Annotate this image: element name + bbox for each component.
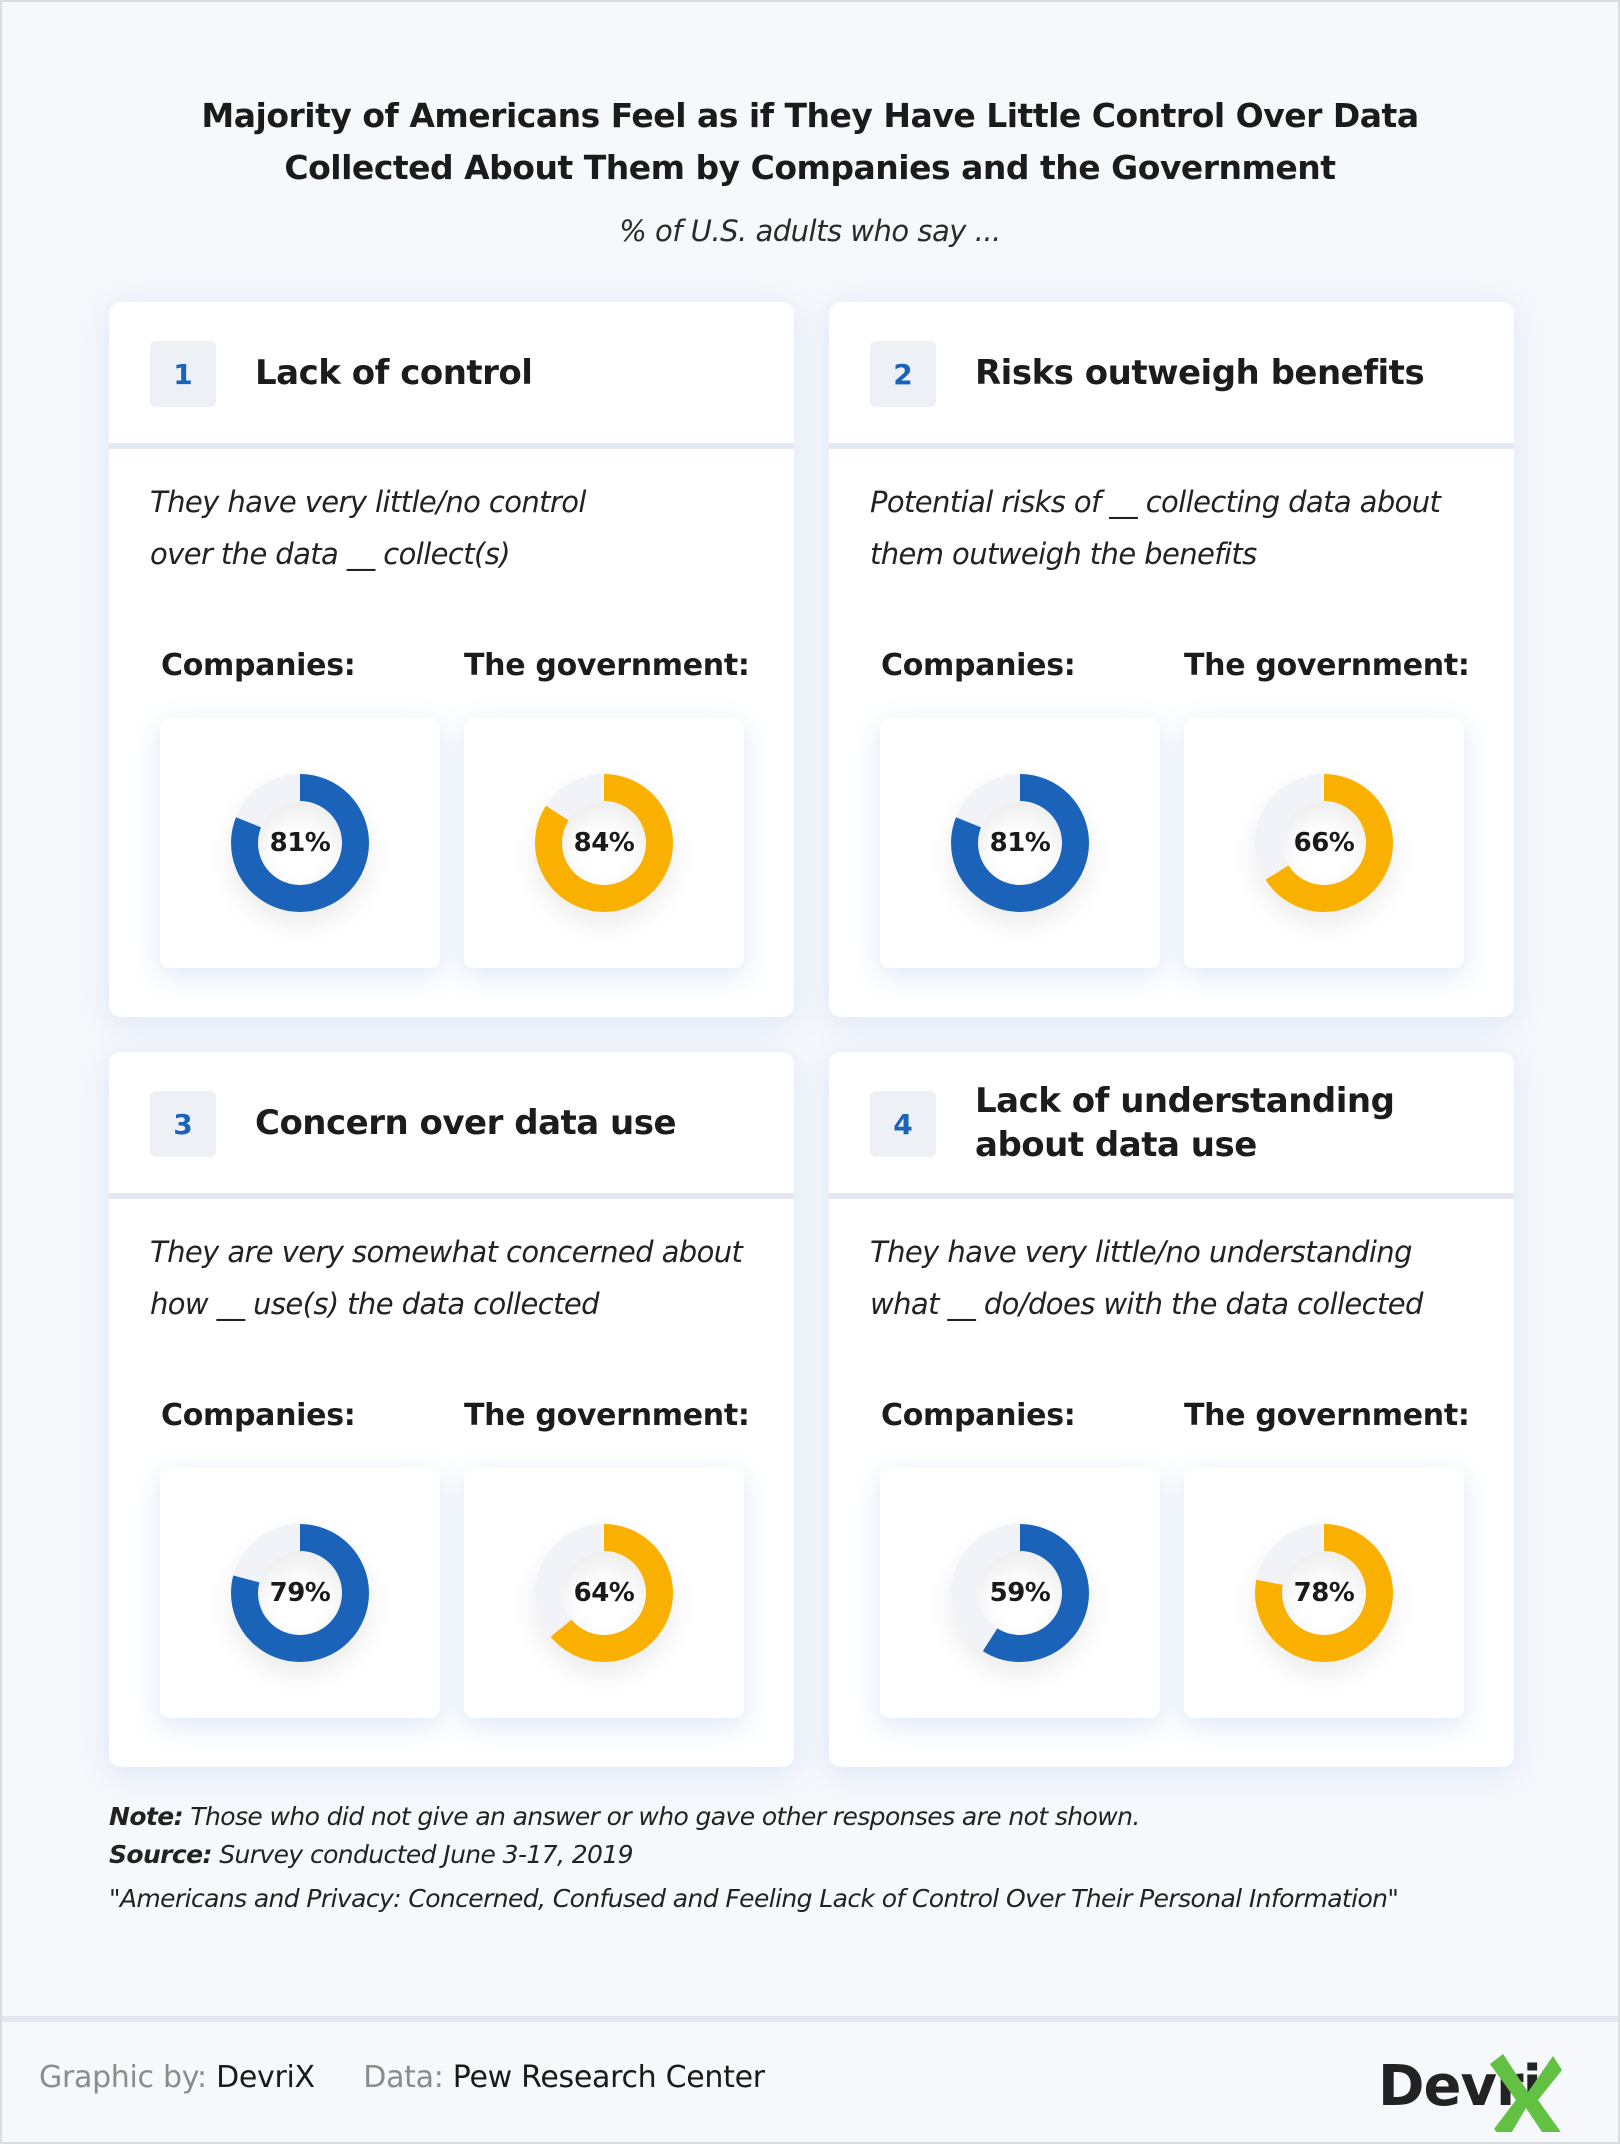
page-title: Majority of Americans Feel as if They Ha… bbox=[2, 90, 1618, 194]
label-companies: Companies: bbox=[881, 648, 1076, 683]
description-line: They have very little/no control bbox=[150, 485, 586, 519]
footer-divider bbox=[2, 2016, 1618, 2022]
donut-card-government: 66% bbox=[1184, 718, 1464, 968]
donut-card-government: 84% bbox=[464, 718, 744, 968]
card-title-line: about data use bbox=[975, 1124, 1257, 1165]
card-risks-outweigh-benefits: 2 Risks outweigh benefits Potential risk… bbox=[829, 302, 1514, 1017]
graphic-by-label: Graphic by: bbox=[39, 2060, 207, 2095]
description-line: They are very somewhat concerned about bbox=[150, 1235, 743, 1269]
card-concern-over-data-use: 3 Concern over data use They are very so… bbox=[109, 1052, 794, 1767]
donut-value-label: 59% bbox=[989, 1578, 1051, 1608]
card-number-badge: 4 bbox=[870, 1091, 936, 1157]
card-header: 1 Lack of control bbox=[109, 302, 794, 443]
label-government: The government: bbox=[464, 648, 750, 683]
label-companies: Companies: bbox=[161, 648, 356, 683]
source-line: Source: Survey conducted June 3-17, 2019 bbox=[109, 1836, 1559, 1874]
page-subtitle: % of U.S. adults who say ... bbox=[619, 214, 1001, 248]
devrix-logo: Devri bbox=[1378, 2042, 1588, 2132]
donut-card-companies: 79% bbox=[160, 1468, 440, 1718]
label-government: The government: bbox=[464, 1398, 750, 1433]
card-number-badge: 3 bbox=[150, 1091, 216, 1157]
card-header: 2 Risks outweigh benefits bbox=[829, 302, 1514, 443]
description-line: what __ do/does with the data collected bbox=[870, 1287, 1423, 1321]
description-line: them outweigh the benefits bbox=[870, 537, 1257, 571]
note-line: Note: Those who did not give an answer o… bbox=[109, 1798, 1559, 1836]
card-title-line: Lack of understanding bbox=[975, 1080, 1395, 1121]
label-companies: Companies: bbox=[161, 1398, 356, 1433]
card-title-text: Risks outweigh benefits bbox=[975, 352, 1425, 393]
x-mark-icon bbox=[1490, 2054, 1562, 2132]
donut-value-label: 66% bbox=[1293, 828, 1355, 858]
data-label: Data: bbox=[363, 2060, 444, 2095]
description-line: how __ use(s) the data collected bbox=[150, 1287, 600, 1321]
card-divider bbox=[829, 443, 1514, 449]
card-description: Potential risks of __ collecting data ab… bbox=[870, 476, 1490, 580]
card-title-text: Lack of control bbox=[255, 352, 533, 393]
card-number-badge: 1 bbox=[150, 341, 216, 407]
card-number-badge: 2 bbox=[870, 341, 936, 407]
note-text: Those who did not give an answer or who … bbox=[183, 1802, 1140, 1831]
donut-card-companies: 81% bbox=[880, 718, 1160, 968]
card-divider bbox=[109, 1193, 794, 1199]
donut-card-companies: 59% bbox=[880, 1468, 1160, 1718]
card-description: They are very somewhat concerned about ho… bbox=[150, 1226, 770, 1330]
footer-credits: Graphic by: DevriX Data: Pew Research Ce… bbox=[39, 2060, 765, 2095]
title-line-1: Majority of Americans Feel as if They Ha… bbox=[201, 96, 1419, 135]
card-header: 3 Concern over data use bbox=[109, 1052, 794, 1193]
data-value: Pew Research Center bbox=[452, 2060, 765, 2095]
card-title: Lack of understanding about data use bbox=[975, 1052, 1485, 1193]
donut-value-label: 79% bbox=[269, 1578, 331, 1608]
title-line-2: Collected About Them by Companies and th… bbox=[284, 148, 1336, 187]
card-title: Concern over data use bbox=[255, 1052, 765, 1193]
description-line: They have very little/no understanding bbox=[870, 1235, 1412, 1269]
description-line: over the data __ collect(s) bbox=[150, 537, 511, 571]
source-label: Source: bbox=[109, 1840, 212, 1869]
description-line: Potential risks of __ collecting data ab… bbox=[870, 485, 1441, 519]
graphic-by-value: DevriX bbox=[216, 2060, 315, 2095]
donut-card-companies: 81% bbox=[160, 718, 440, 968]
notes: Note: Those who did not give an answer o… bbox=[109, 1798, 1559, 1918]
note-label: Note: bbox=[109, 1802, 184, 1831]
card-description: They have very little/no control over the… bbox=[150, 476, 770, 580]
source-text: Survey conducted June 3-17, 2019 bbox=[211, 1840, 633, 1869]
card-lack-of-control: 1 Lack of control They have very little/… bbox=[109, 302, 794, 1017]
donut-card-government: 64% bbox=[464, 1468, 744, 1718]
donut-value-label: 78% bbox=[1293, 1578, 1355, 1608]
card-lack-of-understanding: 4 Lack of understanding about data use Th… bbox=[829, 1052, 1514, 1767]
donut-value-label: 81% bbox=[989, 828, 1051, 858]
card-title-text: Concern over data use bbox=[255, 1102, 677, 1143]
card-divider bbox=[109, 443, 794, 449]
donut-card-government: 78% bbox=[1184, 1468, 1464, 1718]
label-companies: Companies: bbox=[881, 1398, 1076, 1433]
card-divider bbox=[829, 1193, 1514, 1199]
label-government: The government: bbox=[1184, 648, 1470, 683]
source-quote: "Americans and Privacy: Concerned, Confu… bbox=[109, 1884, 1399, 1913]
card-title: Risks outweigh benefits bbox=[975, 302, 1485, 443]
donut-value-label: 81% bbox=[269, 828, 331, 858]
donut-value-label: 84% bbox=[573, 828, 635, 858]
donut-value-label: 64% bbox=[573, 1578, 635, 1608]
label-government: The government: bbox=[1184, 1398, 1470, 1433]
card-title: Lack of control bbox=[255, 302, 765, 443]
card-description: They have very little/no understanding wh… bbox=[870, 1226, 1490, 1330]
card-header: 4 Lack of understanding about data use bbox=[829, 1052, 1514, 1193]
